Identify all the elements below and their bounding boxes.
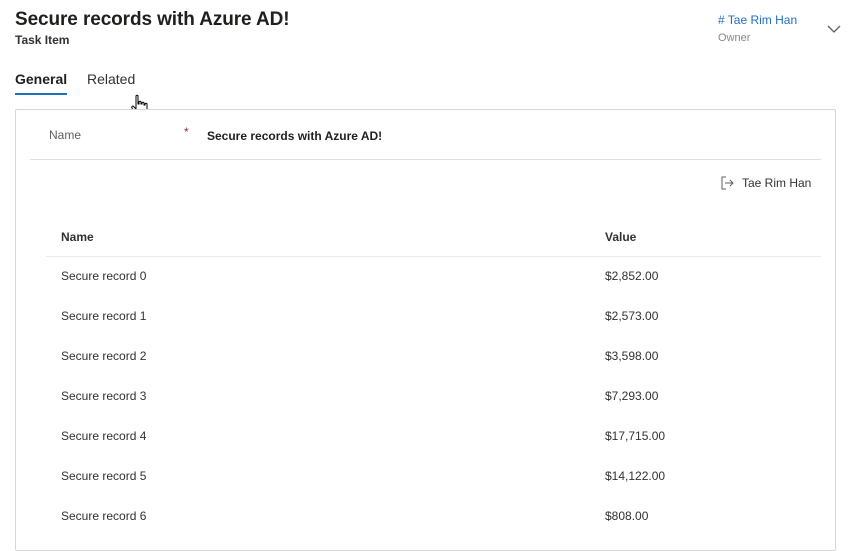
owner-lookup-link[interactable]: Tae Rim Han — [720, 175, 811, 191]
header-owner-link[interactable]: # Tae Rim Han — [718, 13, 797, 27]
row-value-cell: $17,715.00 — [605, 429, 666, 443]
tab-general[interactable]: General — [15, 71, 68, 95]
column-header-value[interactable]: Value — [605, 230, 636, 244]
row-name-cell: Secure record 3 — [61, 389, 147, 403]
row-name-cell: Secure record 6 — [61, 509, 147, 523]
open-record-icon — [721, 176, 734, 190]
tab-related[interactable]: Related — [87, 71, 135, 87]
row-value-cell: $3,598.00 — [605, 349, 659, 363]
table-row[interactable]: Secure record 3 $7,293.00 — [46, 377, 821, 417]
record-title: Secure records with Azure AD! — [15, 9, 290, 30]
table-row[interactable]: Secure record 5 $14,122.00 — [46, 457, 821, 497]
form-panel: Name * Secure records with Azure AD! Tae… — [15, 109, 836, 551]
table-row[interactable]: Secure record 6 $808.00 — [46, 497, 821, 537]
row-name-cell: Secure record 2 — [61, 349, 147, 363]
table-row[interactable]: Secure record 2 $3,598.00 — [46, 337, 821, 377]
table-row[interactable]: Secure record 0 $2,852.00 — [46, 257, 821, 297]
name-field-label: Name — [49, 128, 82, 142]
row-value-cell: $7,293.00 — [605, 389, 659, 403]
chevron-down-icon[interactable] — [826, 23, 842, 35]
row-name-cell: Secure record 5 — [61, 469, 147, 483]
row-value-cell: $808.00 — [605, 509, 649, 523]
row-name-cell: Secure record 0 — [61, 269, 147, 283]
row-value-cell: $14,122.00 — [605, 469, 666, 483]
row-name-cell: Secure record 4 — [61, 429, 147, 443]
record-type: Task Item — [15, 33, 70, 47]
header-owner-label: Owner — [718, 32, 751, 44]
row-value-cell: $2,573.00 — [605, 309, 659, 323]
required-indicator: * — [184, 125, 189, 139]
name-field-value[interactable]: Secure records with Azure AD! — [207, 129, 382, 143]
column-header-name[interactable]: Name — [61, 230, 94, 244]
owner-lookup-label: Tae Rim Han — [742, 176, 812, 190]
row-name-cell: Secure record 1 — [61, 309, 147, 323]
table-row[interactable]: Secure record 4 $17,715.00 — [46, 417, 821, 457]
row-value-cell: $2,852.00 — [605, 269, 659, 283]
table-row[interactable]: Secure record 1 $2,573.00 — [46, 297, 821, 337]
form-divider — [30, 159, 821, 160]
